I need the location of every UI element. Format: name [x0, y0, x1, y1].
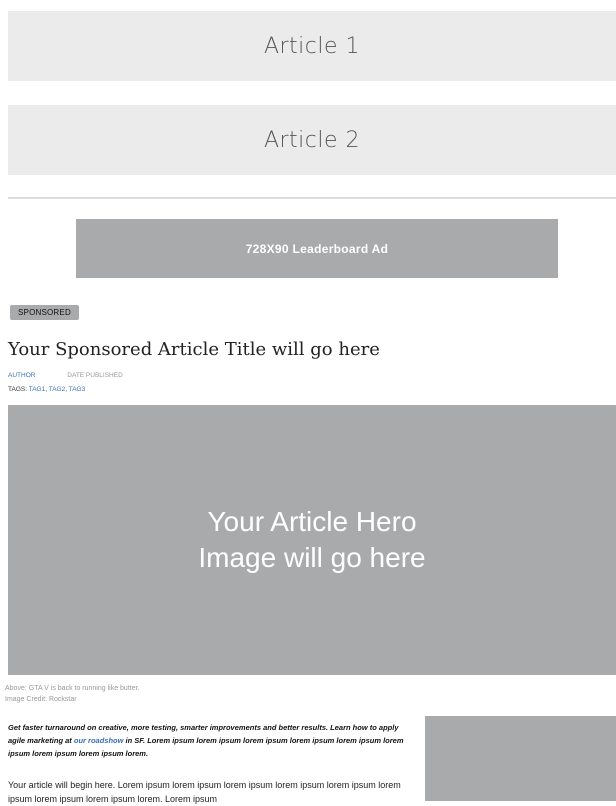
tags-label: TAGS:: [8, 386, 28, 393]
roadshow-link[interactable]: our roadshow: [74, 736, 124, 745]
caption-text: Above: GTA V is back to running like but…: [5, 685, 140, 692]
article-meta: AUTHOR DATE PUBLISHED: [8, 372, 123, 379]
hero-image-placeholder: Your Article Hero Image will go here: [8, 405, 616, 675]
author-link[interactable]: AUTHOR: [8, 372, 35, 379]
article-lead: Get faster turnaround on creative, more …: [8, 721, 408, 760]
tags-row: TAGS: TAG1, TAG2, TAG3: [8, 386, 86, 393]
date-published: DATE PUBLISHED: [67, 372, 123, 379]
article-1-placeholder[interactable]: Article 1: [8, 11, 616, 81]
image-credit: Image Credit: Rockstar: [5, 696, 77, 703]
hero-text-line-1: Your Article Hero: [207, 506, 417, 537]
image-caption: Above: GTA V is back to running like but…: [5, 683, 140, 705]
article-2-label: Article 2: [263, 127, 361, 153]
leaderboard-ad-label: 728X90 Leaderboard Ad: [245, 241, 389, 256]
section-divider: [8, 197, 616, 199]
sidebar-ad[interactable]: [425, 716, 616, 801]
tag-link[interactable]: TAG1: [29, 386, 46, 393]
article-2-placeholder[interactable]: Article 2: [8, 105, 616, 175]
tag-link[interactable]: TAG3: [69, 386, 86, 393]
sponsored-badge: SPONSORED: [10, 305, 79, 320]
article-body: Your article will begin here. Lorem ipsu…: [8, 780, 401, 804]
article-title: Your Sponsored Article Title will go her…: [8, 339, 380, 360]
tag-link[interactable]: TAG2: [49, 386, 66, 393]
hero-text-line-2: Image will go here: [198, 542, 426, 573]
article-1-label: Article 1: [263, 33, 361, 59]
leaderboard-ad[interactable]: 728X90 Leaderboard Ad: [76, 219, 558, 278]
